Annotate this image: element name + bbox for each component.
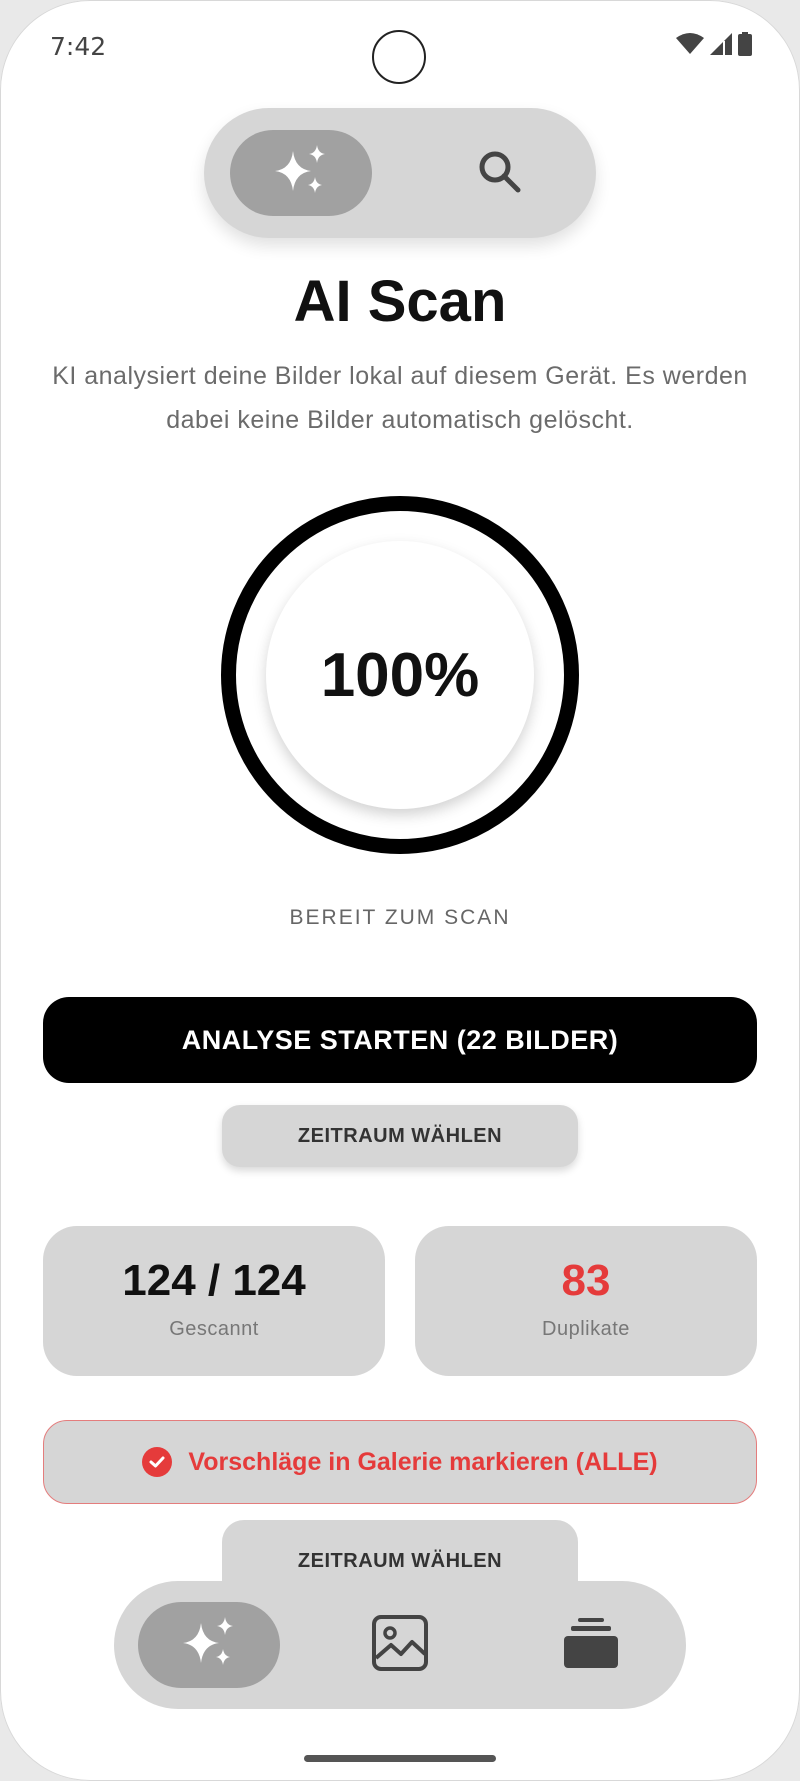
nav-ai-scan[interactable] <box>138 1602 280 1688</box>
choose-timeframe-button[interactable]: ZEITRAUM WÄHLEN <box>222 1105 578 1167</box>
progress-center: 100% <box>266 541 534 809</box>
mode-toggle <box>204 108 596 238</box>
duplicates-stat-card[interactable]: 83 Duplikate <box>415 1226 757 1376</box>
cell-signal-icon <box>710 33 732 60</box>
search-tab[interactable] <box>428 130 570 216</box>
ai-scan-tab[interactable] <box>230 130 372 216</box>
front-camera <box>372 30 426 84</box>
home-indicator[interactable] <box>304 1755 496 1762</box>
wifi-icon <box>676 33 704 60</box>
scanned-label: Gescannt <box>169 1318 259 1340</box>
sparkles-icon <box>271 143 331 204</box>
page-title: AI Scan <box>293 269 507 334</box>
phone-screen: 7:42 AI Scan KI analysiert deine Bilder … <box>0 0 800 1781</box>
status-icons <box>676 32 752 61</box>
duplicates-value: 83 <box>561 1256 611 1305</box>
scanned-stat-card: 124 / 124 Gescannt <box>43 1226 385 1376</box>
page-subtitle: KI analysiert deine Bilder lokal auf die… <box>52 362 748 434</box>
duplicates-label: Duplikate <box>542 1318 630 1340</box>
nav-gallery[interactable] <box>329 1602 471 1688</box>
progress-percent: 100% <box>320 640 480 710</box>
sparkles-icon <box>179 1615 239 1676</box>
start-analysis-button[interactable]: ANALYSE STARTEN (22 BILDER) <box>43 997 757 1083</box>
check-circle-icon <box>142 1447 173 1477</box>
mark-suggestions-button[interactable]: Vorschläge in Galerie markieren (ALLE) <box>43 1420 757 1504</box>
stack-icon <box>562 1614 620 1677</box>
bottom-navigation <box>114 1581 686 1709</box>
battery-icon <box>738 32 752 61</box>
mark-suggestions-label: Vorschläge in Galerie markieren (ALLE) <box>188 1447 658 1476</box>
scan-status: BEREIT ZUM SCAN <box>289 906 511 929</box>
nav-stack[interactable] <box>520 1602 662 1688</box>
status-time: 7:42 <box>50 32 107 61</box>
scanned-value: 124 / 124 <box>122 1256 306 1305</box>
search-icon <box>475 147 523 200</box>
gallery-icon <box>371 1614 429 1677</box>
